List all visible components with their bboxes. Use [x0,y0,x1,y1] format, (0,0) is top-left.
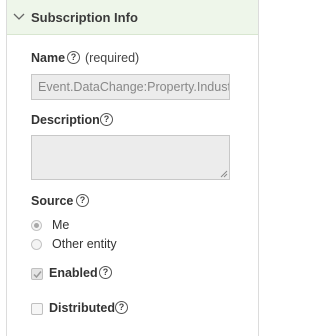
source-me-label[interactable]: Me [52,218,69,232]
source-help-icon[interactable]: ? [76,194,89,207]
name-input[interactable]: Event.DataChange:Property.Indust [31,74,230,100]
distributed-help-icon[interactable]: ? [115,301,128,314]
description-help-icon[interactable]: ? [100,113,113,126]
section-title: Subscription Info [31,10,138,25]
subscription-info-panel: Subscription Info Name ? (required) Even… [6,0,259,336]
name-help-icon[interactable]: ? [67,51,80,64]
required-indicator: (required) [85,51,140,65]
description-textarea[interactable] [31,135,230,180]
distributed-checkbox[interactable] [31,303,43,315]
enabled-label: Enabled [49,266,98,280]
source-me-radio[interactable] [31,220,42,231]
resize-grip-icon[interactable] [220,170,228,178]
source-other-entity-label[interactable]: Other entity [52,237,117,251]
source-label: Source [31,194,74,208]
enabled-checkbox[interactable] [31,268,43,280]
chevron-down-icon[interactable] [12,10,26,24]
checkmark-icon [33,271,42,279]
name-label: Name [31,51,66,65]
description-label: Description [31,113,100,127]
source-other-entity-radio[interactable] [31,239,42,250]
section-header[interactable]: Subscription Info [7,0,258,35]
enabled-help-icon[interactable]: ? [99,266,112,279]
distributed-label: Distributed [49,301,115,315]
